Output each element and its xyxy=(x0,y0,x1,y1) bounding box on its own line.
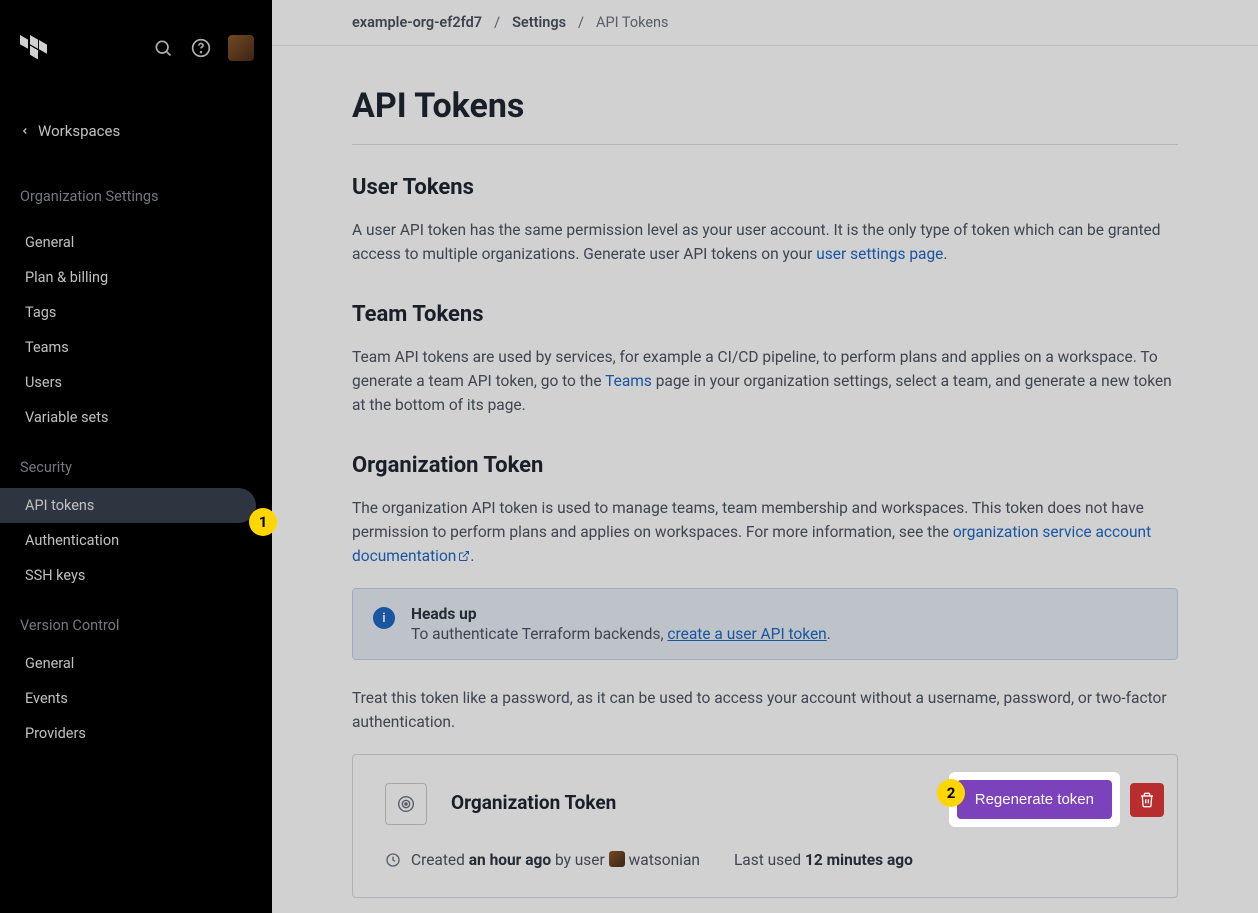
delete-token-button[interactable] xyxy=(1130,783,1164,817)
trash-icon xyxy=(1139,792,1155,808)
org-token-body: The organization API token is used to ma… xyxy=(352,496,1178,568)
breadcrumb-settings[interactable]: Settings xyxy=(512,14,566,31)
sidebar: Workspaces Organization Settings General… xyxy=(0,0,272,913)
sidebar-item-vc-general[interactable]: General xyxy=(0,646,272,681)
sidebar-item-variable-sets[interactable]: Variable sets xyxy=(0,400,272,435)
team-tokens-heading: Team Tokens xyxy=(352,302,1178,327)
breadcrumb-sep: / xyxy=(494,14,500,31)
info-icon: i xyxy=(373,607,395,629)
sidebar-item-api-tokens[interactable]: API tokens xyxy=(0,488,256,523)
sidebar-top xyxy=(0,0,272,64)
regenerate-token-button[interactable]: Regenerate token xyxy=(957,780,1112,819)
sidebar-item-authentication[interactable]: Authentication xyxy=(0,523,272,558)
annotation-badge-1: 1 xyxy=(249,508,277,536)
mini-avatar xyxy=(609,851,625,867)
regenerate-highlight: Regenerate token xyxy=(949,772,1120,827)
sidebar-item-teams[interactable]: Teams xyxy=(0,330,272,365)
breadcrumb: example-org-ef2fd7 / Settings / API Toke… xyxy=(272,0,1258,46)
info-body: To authenticate Terraform backends, crea… xyxy=(411,625,831,643)
sidebar-item-users[interactable]: Users xyxy=(0,365,272,400)
nav-group-2: General Events Providers xyxy=(0,646,272,751)
nav-group-vc-title: Version Control xyxy=(0,617,272,634)
external-link-icon xyxy=(458,550,470,562)
page-title: API Tokens xyxy=(352,86,1178,126)
token-actions: Regenerate token xyxy=(949,772,1164,827)
nav-group-security-title: Security xyxy=(0,459,272,476)
terraform-logo xyxy=(18,32,50,64)
workspaces-label: Workspaces xyxy=(38,122,120,140)
sidebar-item-tags[interactable]: Tags xyxy=(0,295,272,330)
user-tokens-body: A user API token has the same permission… xyxy=(352,218,1178,266)
help-icon[interactable] xyxy=(190,37,212,59)
sidebar-item-vc-events[interactable]: Events xyxy=(0,681,272,716)
clock-icon xyxy=(385,852,401,868)
org-token-heading: Organization Token xyxy=(352,453,1178,478)
token-meta: Created an hour ago by user watsonian La… xyxy=(385,851,1145,869)
sidebar-item-ssh-keys[interactable]: SSH keys xyxy=(0,558,272,593)
divider xyxy=(352,144,1178,145)
info-title: Heads up xyxy=(411,605,831,623)
create-user-token-link[interactable]: create a user API token xyxy=(667,625,826,643)
org-settings-title: Organization Settings xyxy=(0,188,272,205)
breadcrumb-org[interactable]: example-org-ef2fd7 xyxy=(352,14,482,31)
sidebar-item-general[interactable]: General xyxy=(0,225,272,260)
info-box: i Heads up To authenticate Terraform bac… xyxy=(352,588,1178,660)
user-tokens-heading: User Tokens xyxy=(352,175,1178,200)
nav-group-0: General Plan & billing Tags Teams Users … xyxy=(0,225,272,435)
team-tokens-body: Team API tokens are used by services, fo… xyxy=(352,345,1178,417)
nav-group-1: API tokens Authentication SSH keys xyxy=(0,488,272,593)
user-settings-link[interactable]: user settings page xyxy=(816,245,943,263)
token-icon xyxy=(385,783,427,825)
teams-link[interactable]: Teams xyxy=(605,372,652,390)
avatar[interactable] xyxy=(228,35,254,61)
workspaces-back-link[interactable]: Workspaces xyxy=(0,122,272,140)
breadcrumb-leaf: API Tokens xyxy=(596,14,668,31)
org-token-warn: Treat this token like a password, as it … xyxy=(352,686,1178,734)
annotation-badge-2: 2 xyxy=(937,779,965,807)
sidebar-item-vc-providers[interactable]: Providers xyxy=(0,716,272,751)
chevron-left-icon xyxy=(20,126,30,136)
top-icons xyxy=(152,35,254,61)
token-card-title: Organization Token xyxy=(451,783,616,814)
breadcrumb-sep: / xyxy=(578,14,584,31)
search-icon[interactable] xyxy=(152,37,174,59)
sidebar-item-plan-billing[interactable]: Plan & billing xyxy=(0,260,272,295)
